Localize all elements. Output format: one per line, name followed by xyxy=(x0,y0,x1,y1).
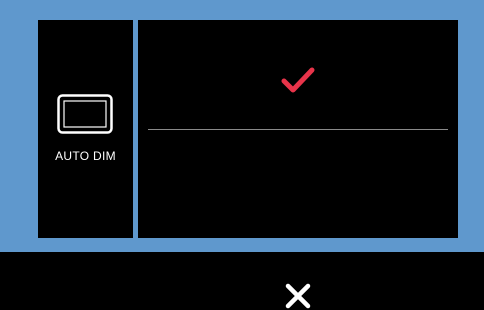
checkmark-icon xyxy=(281,67,315,93)
setting-info-panel: AUTO DIM xyxy=(38,20,133,238)
divider xyxy=(148,129,448,130)
setting-label: AUTO DIM xyxy=(55,149,116,163)
tablet-icon xyxy=(57,94,113,134)
bottom-bar xyxy=(0,252,484,275)
choice-panel xyxy=(138,20,458,309)
cancel-button[interactable] xyxy=(138,131,458,309)
dialog-frame: AUTO DIM xyxy=(0,0,484,309)
close-icon xyxy=(285,283,311,309)
confirm-button[interactable] xyxy=(138,20,458,129)
